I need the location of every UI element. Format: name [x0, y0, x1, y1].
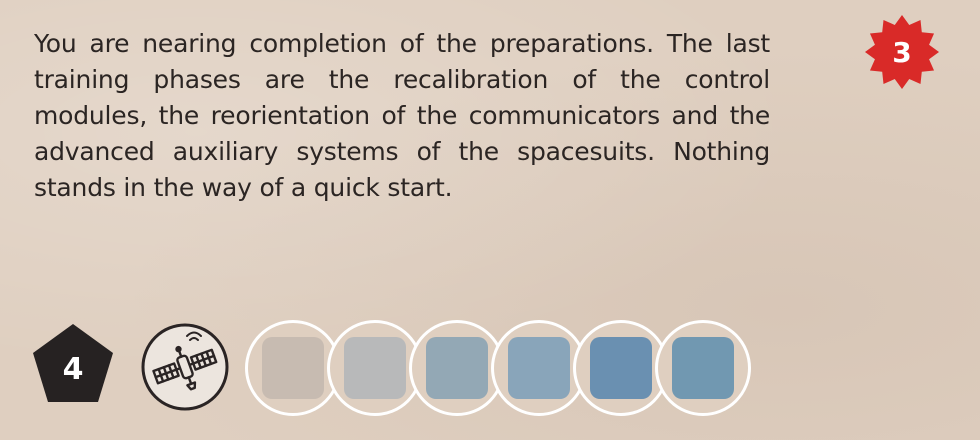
pentagon-number-badge: 4 [31, 322, 115, 406]
pentagon-badge-number: 4 [62, 351, 84, 387]
star-number-badge: 3 [864, 14, 940, 90]
color-swatch-3 [426, 337, 488, 399]
satellite-icon [141, 323, 229, 411]
card-text: You are nearing completion of the prepar… [34, 29, 770, 202]
color-token-6 [655, 320, 751, 416]
color-swatch-4 [508, 337, 570, 399]
color-swatch-5 [590, 337, 652, 399]
color-swatch-2 [344, 337, 406, 399]
star-badge-number: 3 [892, 35, 912, 69]
satellite-token [140, 322, 230, 412]
color-swatch-6 [672, 337, 734, 399]
color-swatch-1 [262, 337, 324, 399]
